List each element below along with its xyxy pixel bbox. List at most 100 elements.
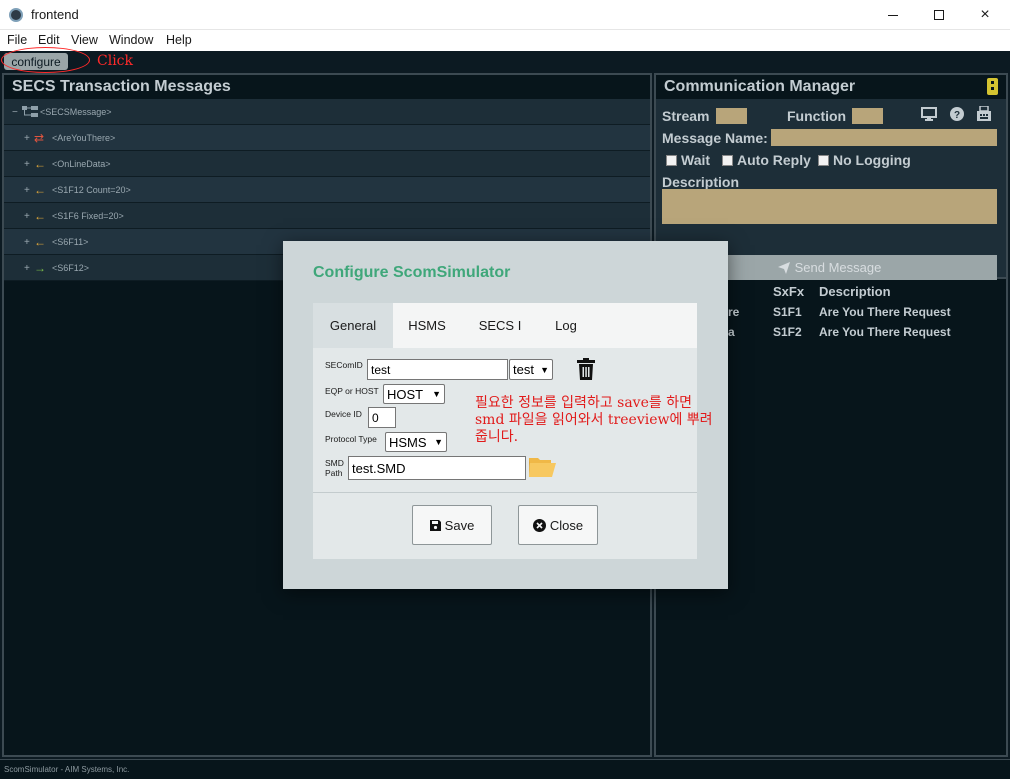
dialog-title: Configure ScomSimulator: [313, 264, 511, 281]
device-id-label: Device ID: [325, 409, 362, 419]
battery-icon: [987, 78, 998, 95]
instruction-annotation: 필요한 정보를 입력하고 save를 하면 smd 파일을 읽어와서 treev…: [475, 395, 713, 445]
menu-window[interactable]: Window: [109, 33, 153, 47]
maximize-button[interactable]: [916, 0, 962, 30]
tree-toggle[interactable]: +: [24, 133, 30, 144]
wait-checkbox[interactable]: Wait: [666, 152, 710, 168]
tree-root-icon: [22, 106, 38, 120]
tree-label: <S6F12>: [52, 263, 90, 273]
device-id-input[interactable]: [368, 407, 396, 428]
arrow-left-icon: ←: [34, 235, 46, 249]
tree-toggle[interactable]: +: [24, 237, 30, 248]
no-logging-checkbox[interactable]: No Logging: [818, 152, 911, 168]
tree-row[interactable]: + ← <S1F6 Fixed=20>: [4, 203, 650, 229]
checkbox-label: Auto Reply: [737, 152, 811, 168]
arrow-right-icon: →: [34, 261, 46, 275]
help-icon[interactable]: ?: [950, 107, 964, 124]
tree-row[interactable]: + ⇄ <AreYouThere>: [4, 125, 650, 151]
message-name-label: Message Name:: [662, 130, 768, 146]
message-name-input[interactable]: [771, 129, 997, 146]
table-cell-sxfx: S1F1: [773, 305, 802, 319]
maximize-icon: [934, 10, 944, 20]
close-window-button[interactable]: ×: [962, 0, 1008, 30]
tree-toggle[interactable]: +: [24, 263, 30, 274]
tab-log[interactable]: Log: [541, 303, 591, 348]
select-value: test: [513, 362, 534, 377]
select-value: HSMS: [389, 434, 427, 450]
description-input[interactable]: [662, 189, 997, 224]
svg-text:?: ?: [954, 110, 960, 121]
minimize-button[interactable]: [870, 0, 916, 30]
paper-plane-icon: [777, 261, 790, 274]
secom-id-input[interactable]: [367, 359, 508, 380]
table-cell-sxfx: S1F2: [773, 325, 802, 339]
table-cell-description: Are You There Request: [819, 305, 951, 319]
tree-toggle[interactable]: −: [12, 107, 18, 118]
tree-label: <OnLineData>: [52, 159, 111, 169]
smd-path-label-line: SMD: [325, 458, 344, 468]
checkbox-box[interactable]: [722, 154, 733, 166]
tab-general[interactable]: General: [313, 303, 393, 348]
menu-edit[interactable]: Edit: [38, 33, 60, 47]
tree-toggle[interactable]: +: [24, 211, 30, 222]
protocol-type-label: Protocol Type: [325, 434, 377, 444]
eqp-host-select[interactable]: HOST ▼: [383, 384, 445, 404]
panel-title: Communication Manager: [664, 78, 856, 95]
monitor-icon[interactable]: [921, 107, 937, 124]
tree-label: <S1F6 Fixed=20>: [52, 211, 124, 221]
save-label: Save: [444, 517, 475, 533]
minimize-icon: [888, 14, 898, 16]
stream-input[interactable]: [716, 108, 747, 124]
status-bar: ScomSimulator - AIM Systems, Inc.: [0, 759, 1010, 779]
arrow-left-icon: ←: [34, 183, 46, 197]
floppy-disk-icon: [429, 519, 441, 531]
description-label: Description: [662, 174, 740, 190]
tab-hsms[interactable]: HSMS: [393, 303, 461, 348]
menu-bar: File Edit View Window Help: [0, 30, 1010, 51]
general-tab-panel: SEComID test ▼ EQP or HOST HOST ▼ Device I…: [313, 348, 713, 493]
fax-icon[interactable]: [977, 105, 991, 125]
checkbox-box[interactable]: [818, 154, 829, 166]
trash-icon[interactable]: [577, 358, 595, 380]
tree-row[interactable]: + ← <OnLineData>: [4, 151, 650, 177]
auto-reply-checkbox[interactable]: Auto Reply: [722, 152, 811, 168]
secom-id-label: SEComID: [325, 360, 363, 370]
menu-file[interactable]: File: [7, 33, 27, 47]
checkbox-box[interactable]: [666, 154, 677, 166]
times-circle-icon: [532, 518, 546, 532]
checkbox-label: Wait: [681, 152, 711, 168]
smd-path-label: SMD Path: [325, 458, 344, 478]
dialog-footer: Save Close: [313, 493, 697, 559]
click-highlight-ellipse: [1, 47, 90, 73]
column-header-description: Description: [819, 284, 891, 299]
arrow-left-icon: ←: [34, 209, 46, 223]
menu-view[interactable]: View: [71, 33, 98, 47]
arrow-left-icon: ←: [34, 157, 46, 171]
close-icon: ×: [980, 6, 990, 23]
protocol-type-select[interactable]: HSMS ▼: [385, 432, 447, 452]
tree-row[interactable]: − <SECSMessage>: [4, 99, 650, 125]
exchange-icon: ⇄: [34, 131, 45, 145]
window-title: frontend: [31, 7, 79, 22]
app-icon: [9, 8, 23, 22]
folder-open-icon[interactable]: [529, 455, 557, 477]
smd-path-label-line: Path: [325, 468, 343, 478]
tree-toggle[interactable]: +: [24, 185, 30, 196]
tab-secs-i[interactable]: SECS I: [465, 303, 535, 348]
panel-title: SECS Transaction Messages: [12, 78, 231, 95]
tree-row[interactable]: + ← <S1F12 Count=20>: [4, 177, 650, 203]
window-titlebar: frontend ×: [0, 0, 1010, 30]
tree-toggle[interactable]: +: [24, 159, 30, 170]
function-input[interactable]: [852, 108, 883, 124]
eqp-host-label: EQP or HOST: [325, 386, 379, 396]
save-button[interactable]: Save: [412, 505, 492, 545]
secom-id-select[interactable]: test ▼: [509, 359, 553, 380]
click-annotation: Click: [97, 53, 133, 69]
tree-label: <S1F12 Count=20>: [52, 185, 131, 195]
function-label: Function: [787, 108, 847, 124]
close-button[interactable]: Close: [518, 505, 598, 545]
chevron-down-icon: ▼: [540, 364, 549, 375]
table-cell-name: re: [728, 305, 740, 319]
smd-path-input[interactable]: [348, 456, 526, 480]
menu-help[interactable]: Help: [166, 33, 192, 47]
